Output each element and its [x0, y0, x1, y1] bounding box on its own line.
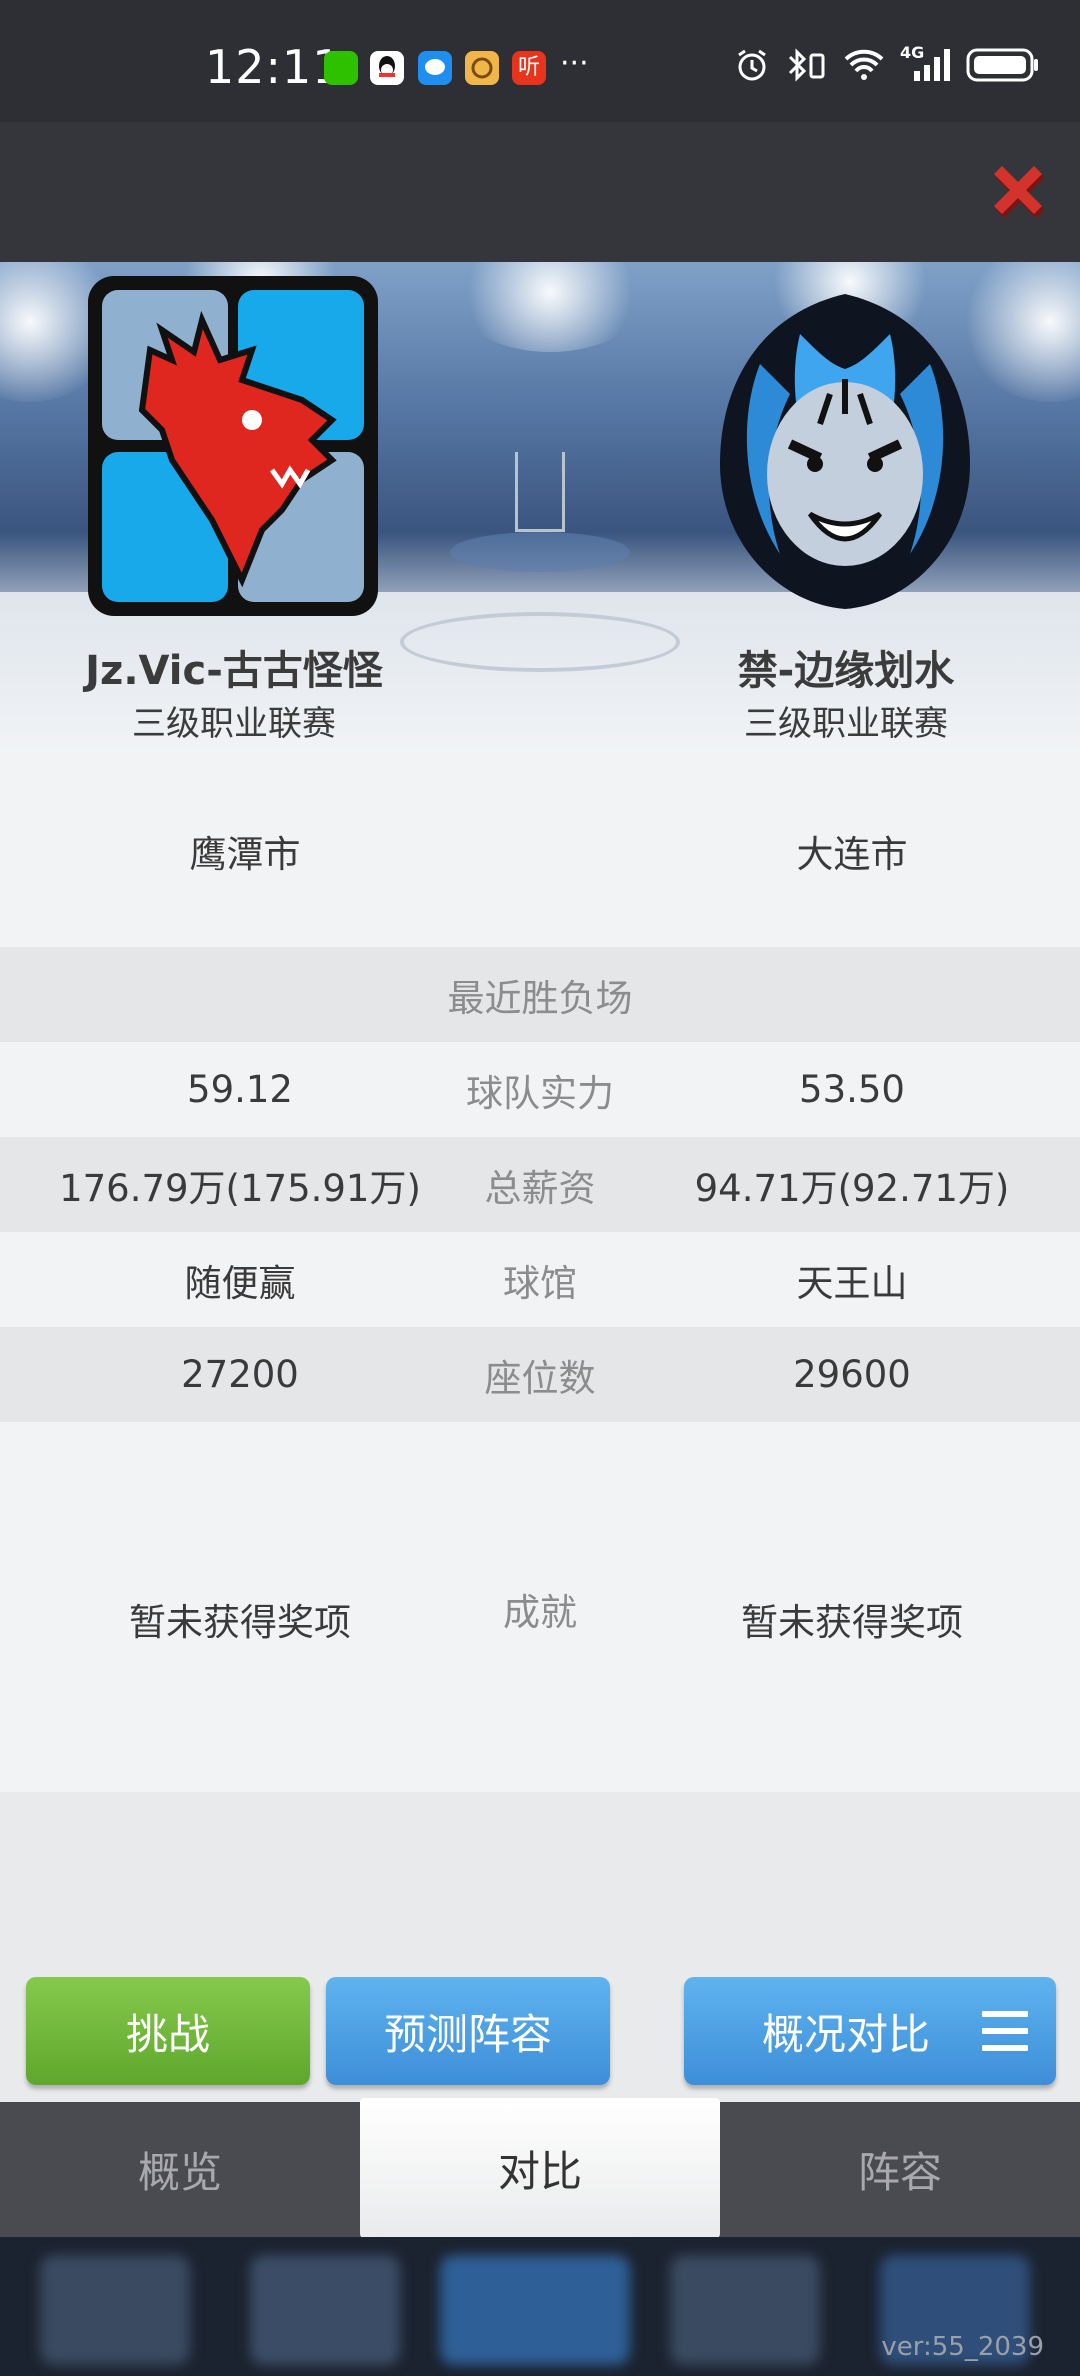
overview-compare-label: 概况对比	[762, 2009, 931, 2059]
basketball-hoop	[515, 452, 565, 532]
arena-light	[450, 262, 650, 352]
alarm-icon	[734, 47, 770, 83]
challenge-label: 挑战	[125, 2009, 210, 2059]
more-icon: ···	[560, 46, 589, 81]
status-time: 12:11	[205, 40, 343, 94]
app-icon	[465, 51, 499, 85]
right-strength: 53.50	[799, 1068, 905, 1111]
tab-overview[interactable]: 概览	[0, 2102, 360, 2237]
tab-lineup-label: 阵容	[857, 2148, 942, 2197]
right-achievement: 暂未获得奖项	[741, 1601, 963, 1644]
overview-compare-button[interactable]: 概况对比	[684, 1977, 1056, 2085]
tab-compare-label: 对比	[497, 2146, 582, 2196]
row-achievement: 暂未获得奖项 成就 暂未获得奖项	[0, 1422, 1080, 1792]
right-team-league: 三级职业联赛	[744, 704, 948, 744]
top-bar	[0, 122, 1080, 262]
nav-item-blurred[interactable]	[670, 2255, 820, 2365]
row-strength: 59.12 球队实力 53.50	[0, 1042, 1080, 1137]
bluetooth-icon	[784, 47, 828, 83]
dragon-logo	[88, 276, 378, 616]
message-icon	[418, 51, 452, 85]
recent-record-label: 最近胜负场	[447, 976, 633, 1020]
comparison-table: 鹰潭市 大连市 最近胜负场 59.12 球队实力 53.50 176.79万(1…	[0, 754, 1080, 2102]
predict-lineup-button[interactable]: 预测阵容	[326, 1977, 610, 2085]
left-team-name: Jz.Vic-古古怪怪	[85, 648, 383, 694]
right-city: 大连市	[796, 832, 908, 876]
menu-icon[interactable]	[982, 2011, 1028, 2051]
challenge-button[interactable]: 挑战	[26, 1977, 310, 2085]
row-recent[interactable]: 最近胜负场	[0, 947, 1080, 1042]
right-salary: 94.71万(92.71万)	[694, 1166, 1010, 1210]
bottom-nav: ver:55_2039	[0, 2237, 1080, 2376]
predict-lineup-label: 预测阵容	[383, 2009, 552, 2059]
team-banner: Jz.Vic-古古怪怪 三级职业联赛 禁-边缘划水 三级职业联赛	[0, 262, 1080, 754]
left-city: 鹰潭市	[189, 832, 301, 876]
signal-4g-icon: 4G	[900, 43, 952, 83]
status-bar: 12:11 听 ··· 4G	[0, 0, 1080, 122]
tiger-logo	[700, 274, 990, 614]
row-city: 鹰潭市 大连市	[0, 754, 1080, 947]
qq-icon	[370, 51, 404, 85]
nav-item-blurred[interactable]	[40, 2255, 190, 2365]
version-label: ver:55_2039	[881, 2332, 1044, 2362]
right-seats: 29600	[793, 1353, 911, 1396]
left-team-league: 三级职业联赛	[132, 704, 336, 744]
close-icon[interactable]	[984, 160, 1052, 228]
tab-bar: 概览 对比 阵容	[0, 2098, 1080, 2238]
wechat-icon	[324, 51, 358, 85]
row-seats: 27200 座位数 29600	[0, 1327, 1080, 1422]
tab-compare[interactable]: 对比	[360, 2098, 720, 2238]
right-team-name: 禁-边缘划水	[737, 648, 955, 694]
wifi-icon	[842, 47, 886, 83]
row-arena: 随便赢 球馆 天王山	[0, 1232, 1080, 1327]
tab-lineup[interactable]: 阵容	[720, 2102, 1080, 2237]
right-arena: 天王山	[796, 1261, 908, 1305]
listen-icon: 听	[512, 51, 546, 85]
battery-icon	[966, 47, 1040, 83]
tab-overview-label: 概览	[137, 2148, 222, 2197]
status-right-group: 4G	[734, 43, 1040, 83]
network-label: 4G	[900, 43, 925, 62]
row-salary: 176.79万(175.91万) 总薪资 94.71万(92.71万)	[0, 1137, 1080, 1232]
nav-item-blurred[interactable]	[440, 2255, 630, 2365]
nav-item-blurred[interactable]	[250, 2255, 400, 2365]
